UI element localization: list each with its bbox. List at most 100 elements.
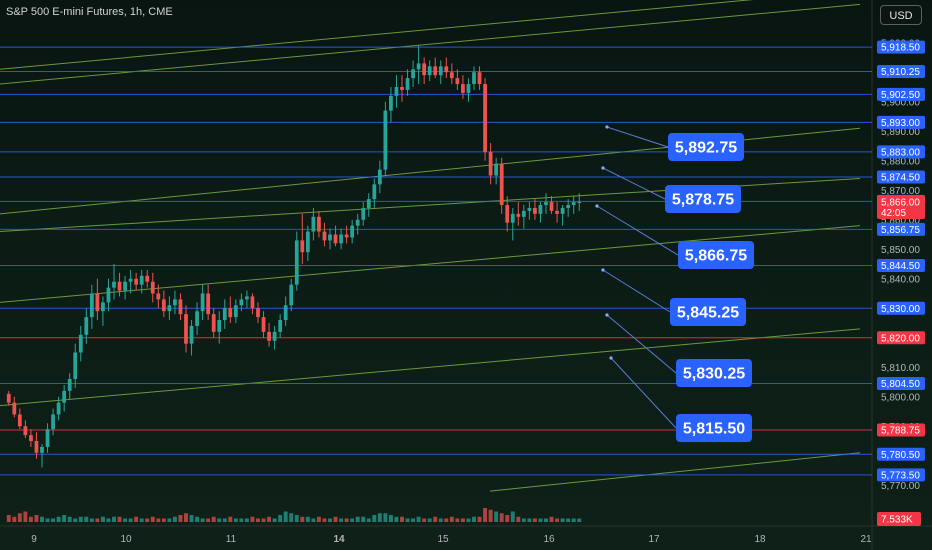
volume-bar xyxy=(422,518,427,522)
candle-body xyxy=(139,275,144,285)
candle-body xyxy=(577,202,582,204)
volume-bar xyxy=(28,516,33,522)
candle-body xyxy=(427,66,432,76)
candle-body xyxy=(62,390,67,403)
candle-body xyxy=(350,225,355,238)
candle-body xyxy=(499,163,504,205)
volume-bar xyxy=(455,518,460,522)
candle-body xyxy=(84,317,89,335)
price-level-tag-label: 5,874.50 xyxy=(881,172,920,183)
candle-body xyxy=(17,414,22,427)
candle-body xyxy=(361,207,366,220)
candle-body xyxy=(278,320,283,332)
candle-body xyxy=(117,281,122,291)
volume-bar xyxy=(577,518,582,522)
candle-body xyxy=(455,78,460,85)
price-level-tag-label: 5,918.50 xyxy=(881,43,920,54)
bar-countdown-label: 42:05 xyxy=(881,208,906,219)
volume-bar xyxy=(6,515,11,522)
volume-bar xyxy=(394,516,399,522)
x-tick-label: 9 xyxy=(31,534,37,545)
currency-button[interactable]: USD xyxy=(880,5,922,25)
volume-bar xyxy=(34,515,39,522)
candle-body xyxy=(400,87,404,90)
volume-bar xyxy=(549,516,554,522)
candle-body xyxy=(433,66,438,76)
volume-bar xyxy=(189,515,194,522)
candle-body xyxy=(416,63,421,70)
volume-bar xyxy=(411,518,416,522)
volume-bar xyxy=(278,515,283,522)
candle-body xyxy=(245,296,249,300)
candle-body xyxy=(95,293,100,312)
price-level-tag-label: 5,856.75 xyxy=(881,225,920,236)
trend-line xyxy=(489,452,861,492)
volume-bar xyxy=(405,518,410,522)
current-price-label: 5,866.00 xyxy=(881,198,920,209)
candle-body xyxy=(516,213,521,217)
volume-bar xyxy=(84,516,89,522)
volume-bar xyxy=(527,518,532,522)
price-callout-label: 5,892.75 xyxy=(675,140,737,157)
volume-bar xyxy=(466,518,471,522)
candle-body xyxy=(328,234,332,241)
volume-bar xyxy=(350,518,355,522)
volume-bar xyxy=(228,516,233,522)
candle-body xyxy=(173,299,177,306)
volume-bar xyxy=(167,518,172,522)
x-tick-label: 16 xyxy=(543,534,555,545)
volume-bar xyxy=(366,518,371,522)
price-level-tag-label: 5,893.00 xyxy=(881,118,920,129)
volume-bar xyxy=(139,518,144,522)
candle-body xyxy=(533,207,537,214)
candle-body xyxy=(156,293,161,300)
volume-bar xyxy=(516,516,521,522)
volume-bar xyxy=(267,516,272,522)
volume-bar xyxy=(483,508,488,522)
volume-bar xyxy=(123,518,128,522)
volume-bar xyxy=(67,516,72,522)
candle-body xyxy=(261,317,266,332)
price-chart[interactable]: 5,892.75 5,878.75 5,866.75 5,845.25 5,830.25… xyxy=(0,0,932,550)
candle-body xyxy=(472,72,476,85)
candle-body xyxy=(195,311,199,326)
candle-body xyxy=(555,210,559,214)
volume-bar xyxy=(256,518,260,522)
candle-body xyxy=(12,402,17,415)
volume-bar xyxy=(383,513,388,522)
x-tick-label: 18 xyxy=(754,534,766,545)
price-level-tag-label: 5,804.50 xyxy=(881,379,920,390)
candle-body xyxy=(300,240,305,253)
volume-bar xyxy=(62,515,67,522)
volume-bar xyxy=(272,518,277,522)
chart-window: 5,892.75 5,878.75 5,866.75 5,845.25 5,830.25… xyxy=(0,0,932,550)
volume-bar xyxy=(145,518,150,522)
callout-anchor-dot xyxy=(605,313,609,317)
volume-bar xyxy=(427,518,432,522)
volume-bar xyxy=(244,518,249,522)
volume-bar xyxy=(106,518,111,522)
candle-body xyxy=(444,66,449,73)
candle-body xyxy=(128,278,133,282)
candle-body xyxy=(34,441,39,453)
volume-bar xyxy=(372,515,377,522)
candle-body xyxy=(566,205,571,208)
price-callout-label: 5,845.25 xyxy=(677,305,739,322)
x-tick-label: 10 xyxy=(120,534,132,545)
price-level-tag-label: 5,902.50 xyxy=(881,90,920,101)
callout-connector xyxy=(606,126,669,148)
price-level-tag-label: 5,780.50 xyxy=(881,450,920,461)
volume-bar xyxy=(156,518,161,522)
candle-body xyxy=(6,393,11,403)
volume-bar xyxy=(161,518,166,522)
volume-bar xyxy=(128,518,133,522)
volume-bar xyxy=(388,515,393,522)
volume-bar xyxy=(438,518,443,522)
candle-body xyxy=(422,63,427,76)
volume-bar xyxy=(195,516,200,522)
candle-body xyxy=(377,169,382,185)
candle-body xyxy=(544,202,548,205)
candle-body xyxy=(305,231,310,253)
candle-body xyxy=(521,210,526,217)
candle-body xyxy=(449,72,454,79)
